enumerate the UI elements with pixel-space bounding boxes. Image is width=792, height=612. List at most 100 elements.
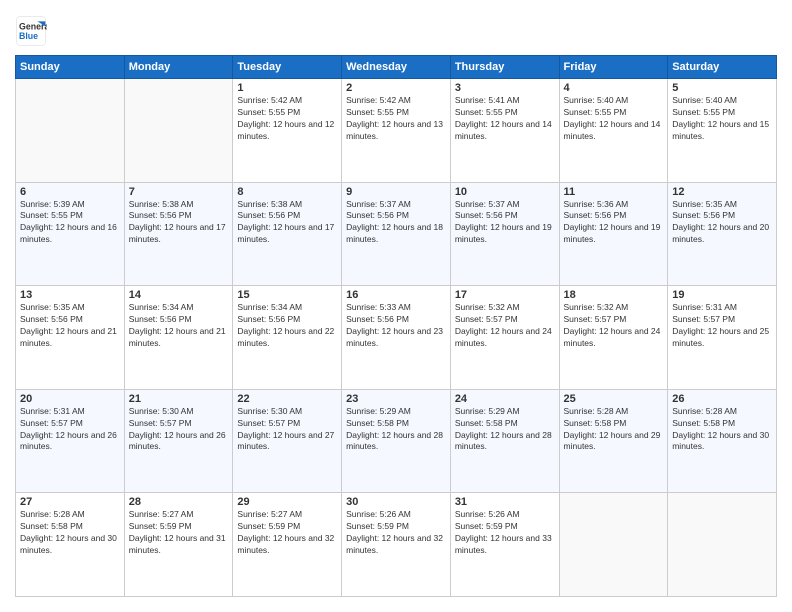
calendar-cell: 4Sunrise: 5:40 AMSunset: 5:55 PMDaylight… xyxy=(559,79,668,183)
calendar-header-row: SundayMondayTuesdayWednesdayThursdayFrid… xyxy=(16,56,777,79)
calendar-cell: 10Sunrise: 5:37 AMSunset: 5:56 PMDayligh… xyxy=(450,182,559,286)
day-number: 1 xyxy=(237,82,337,94)
calendar-week-row-4: 20Sunrise: 5:31 AMSunset: 5:57 PMDayligh… xyxy=(16,389,777,493)
calendar-cell: 5Sunrise: 5:40 AMSunset: 5:55 PMDaylight… xyxy=(668,79,777,183)
calendar-cell: 2Sunrise: 5:42 AMSunset: 5:55 PMDaylight… xyxy=(342,79,451,183)
calendar-cell: 23Sunrise: 5:29 AMSunset: 5:58 PMDayligh… xyxy=(342,389,451,493)
day-detail: Sunrise: 5:38 AMSunset: 5:56 PMDaylight:… xyxy=(237,199,337,247)
calendar-cell: 7Sunrise: 5:38 AMSunset: 5:56 PMDaylight… xyxy=(124,182,233,286)
day-number: 31 xyxy=(455,496,555,508)
day-detail: Sunrise: 5:37 AMSunset: 5:56 PMDaylight:… xyxy=(455,199,555,247)
day-number: 25 xyxy=(564,393,664,405)
day-detail: Sunrise: 5:32 AMSunset: 5:57 PMDaylight:… xyxy=(455,302,555,350)
day-detail: Sunrise: 5:26 AMSunset: 5:59 PMDaylight:… xyxy=(455,509,555,557)
day-detail: Sunrise: 5:40 AMSunset: 5:55 PMDaylight:… xyxy=(564,95,664,143)
day-detail: Sunrise: 5:33 AMSunset: 5:56 PMDaylight:… xyxy=(346,302,446,350)
calendar-cell: 17Sunrise: 5:32 AMSunset: 5:57 PMDayligh… xyxy=(450,286,559,390)
calendar-cell: 31Sunrise: 5:26 AMSunset: 5:59 PMDayligh… xyxy=(450,493,559,597)
calendar-cell: 6Sunrise: 5:39 AMSunset: 5:55 PMDaylight… xyxy=(16,182,125,286)
header: General Blue xyxy=(15,15,777,47)
calendar-cell: 18Sunrise: 5:32 AMSunset: 5:57 PMDayligh… xyxy=(559,286,668,390)
day-detail: Sunrise: 5:28 AMSunset: 5:58 PMDaylight:… xyxy=(20,509,120,557)
day-detail: Sunrise: 5:34 AMSunset: 5:56 PMDaylight:… xyxy=(237,302,337,350)
calendar-cell: 3Sunrise: 5:41 AMSunset: 5:55 PMDaylight… xyxy=(450,79,559,183)
day-number: 28 xyxy=(129,496,229,508)
day-number: 23 xyxy=(346,393,446,405)
day-number: 9 xyxy=(346,186,446,198)
calendar-cell: 1Sunrise: 5:42 AMSunset: 5:55 PMDaylight… xyxy=(233,79,342,183)
day-number: 12 xyxy=(672,186,772,198)
calendar-cell: 19Sunrise: 5:31 AMSunset: 5:57 PMDayligh… xyxy=(668,286,777,390)
calendar-cell xyxy=(124,79,233,183)
day-detail: Sunrise: 5:35 AMSunset: 5:56 PMDaylight:… xyxy=(672,199,772,247)
calendar-header-wednesday: Wednesday xyxy=(342,56,451,79)
day-number: 27 xyxy=(20,496,120,508)
day-number: 10 xyxy=(455,186,555,198)
calendar-cell: 25Sunrise: 5:28 AMSunset: 5:58 PMDayligh… xyxy=(559,389,668,493)
logo-icon: General Blue xyxy=(15,15,47,47)
calendar-cell: 12Sunrise: 5:35 AMSunset: 5:56 PMDayligh… xyxy=(668,182,777,286)
calendar-header-tuesday: Tuesday xyxy=(233,56,342,79)
day-number: 14 xyxy=(129,289,229,301)
day-detail: Sunrise: 5:31 AMSunset: 5:57 PMDaylight:… xyxy=(20,406,120,454)
logo: General Blue xyxy=(15,15,47,47)
day-number: 24 xyxy=(455,393,555,405)
calendar-week-row-5: 27Sunrise: 5:28 AMSunset: 5:58 PMDayligh… xyxy=(16,493,777,597)
day-detail: Sunrise: 5:27 AMSunset: 5:59 PMDaylight:… xyxy=(237,509,337,557)
calendar-cell: 16Sunrise: 5:33 AMSunset: 5:56 PMDayligh… xyxy=(342,286,451,390)
day-number: 4 xyxy=(564,82,664,94)
day-number: 15 xyxy=(237,289,337,301)
calendar-cell xyxy=(559,493,668,597)
calendar-header-friday: Friday xyxy=(559,56,668,79)
calendar-cell: 29Sunrise: 5:27 AMSunset: 5:59 PMDayligh… xyxy=(233,493,342,597)
day-number: 11 xyxy=(564,186,664,198)
day-detail: Sunrise: 5:30 AMSunset: 5:57 PMDaylight:… xyxy=(237,406,337,454)
calendar-cell: 15Sunrise: 5:34 AMSunset: 5:56 PMDayligh… xyxy=(233,286,342,390)
calendar-cell: 27Sunrise: 5:28 AMSunset: 5:58 PMDayligh… xyxy=(16,493,125,597)
calendar-header-saturday: Saturday xyxy=(668,56,777,79)
svg-text:Blue: Blue xyxy=(19,31,38,41)
day-detail: Sunrise: 5:38 AMSunset: 5:56 PMDaylight:… xyxy=(129,199,229,247)
calendar-cell: 30Sunrise: 5:26 AMSunset: 5:59 PMDayligh… xyxy=(342,493,451,597)
calendar-week-row-3: 13Sunrise: 5:35 AMSunset: 5:56 PMDayligh… xyxy=(16,286,777,390)
day-number: 13 xyxy=(20,289,120,301)
day-number: 21 xyxy=(129,393,229,405)
day-number: 3 xyxy=(455,82,555,94)
calendar-cell: 22Sunrise: 5:30 AMSunset: 5:57 PMDayligh… xyxy=(233,389,342,493)
day-detail: Sunrise: 5:28 AMSunset: 5:58 PMDaylight:… xyxy=(672,406,772,454)
day-detail: Sunrise: 5:35 AMSunset: 5:56 PMDaylight:… xyxy=(20,302,120,350)
day-number: 30 xyxy=(346,496,446,508)
day-number: 2 xyxy=(346,82,446,94)
calendar-cell: 11Sunrise: 5:36 AMSunset: 5:56 PMDayligh… xyxy=(559,182,668,286)
day-number: 19 xyxy=(672,289,772,301)
day-detail: Sunrise: 5:29 AMSunset: 5:58 PMDaylight:… xyxy=(455,406,555,454)
day-number: 7 xyxy=(129,186,229,198)
day-detail: Sunrise: 5:39 AMSunset: 5:55 PMDaylight:… xyxy=(20,199,120,247)
day-detail: Sunrise: 5:40 AMSunset: 5:55 PMDaylight:… xyxy=(672,95,772,143)
day-detail: Sunrise: 5:31 AMSunset: 5:57 PMDaylight:… xyxy=(672,302,772,350)
day-detail: Sunrise: 5:34 AMSunset: 5:56 PMDaylight:… xyxy=(129,302,229,350)
day-detail: Sunrise: 5:32 AMSunset: 5:57 PMDaylight:… xyxy=(564,302,664,350)
day-number: 6 xyxy=(20,186,120,198)
calendar-cell: 14Sunrise: 5:34 AMSunset: 5:56 PMDayligh… xyxy=(124,286,233,390)
calendar-cell: 21Sunrise: 5:30 AMSunset: 5:57 PMDayligh… xyxy=(124,389,233,493)
day-detail: Sunrise: 5:29 AMSunset: 5:58 PMDaylight:… xyxy=(346,406,446,454)
day-detail: Sunrise: 5:36 AMSunset: 5:56 PMDaylight:… xyxy=(564,199,664,247)
calendar-header-sunday: Sunday xyxy=(16,56,125,79)
day-number: 8 xyxy=(237,186,337,198)
calendar-cell: 26Sunrise: 5:28 AMSunset: 5:58 PMDayligh… xyxy=(668,389,777,493)
day-number: 16 xyxy=(346,289,446,301)
day-number: 17 xyxy=(455,289,555,301)
day-detail: Sunrise: 5:42 AMSunset: 5:55 PMDaylight:… xyxy=(346,95,446,143)
day-detail: Sunrise: 5:26 AMSunset: 5:59 PMDaylight:… xyxy=(346,509,446,557)
calendar-cell: 13Sunrise: 5:35 AMSunset: 5:56 PMDayligh… xyxy=(16,286,125,390)
calendar-cell: 20Sunrise: 5:31 AMSunset: 5:57 PMDayligh… xyxy=(16,389,125,493)
day-number: 5 xyxy=(672,82,772,94)
calendar-week-row-1: 1Sunrise: 5:42 AMSunset: 5:55 PMDaylight… xyxy=(16,79,777,183)
calendar-cell xyxy=(668,493,777,597)
day-detail: Sunrise: 5:37 AMSunset: 5:56 PMDaylight:… xyxy=(346,199,446,247)
calendar-table: SundayMondayTuesdayWednesdayThursdayFrid… xyxy=(15,55,777,597)
calendar-cell: 24Sunrise: 5:29 AMSunset: 5:58 PMDayligh… xyxy=(450,389,559,493)
day-detail: Sunrise: 5:42 AMSunset: 5:55 PMDaylight:… xyxy=(237,95,337,143)
calendar-cell: 28Sunrise: 5:27 AMSunset: 5:59 PMDayligh… xyxy=(124,493,233,597)
